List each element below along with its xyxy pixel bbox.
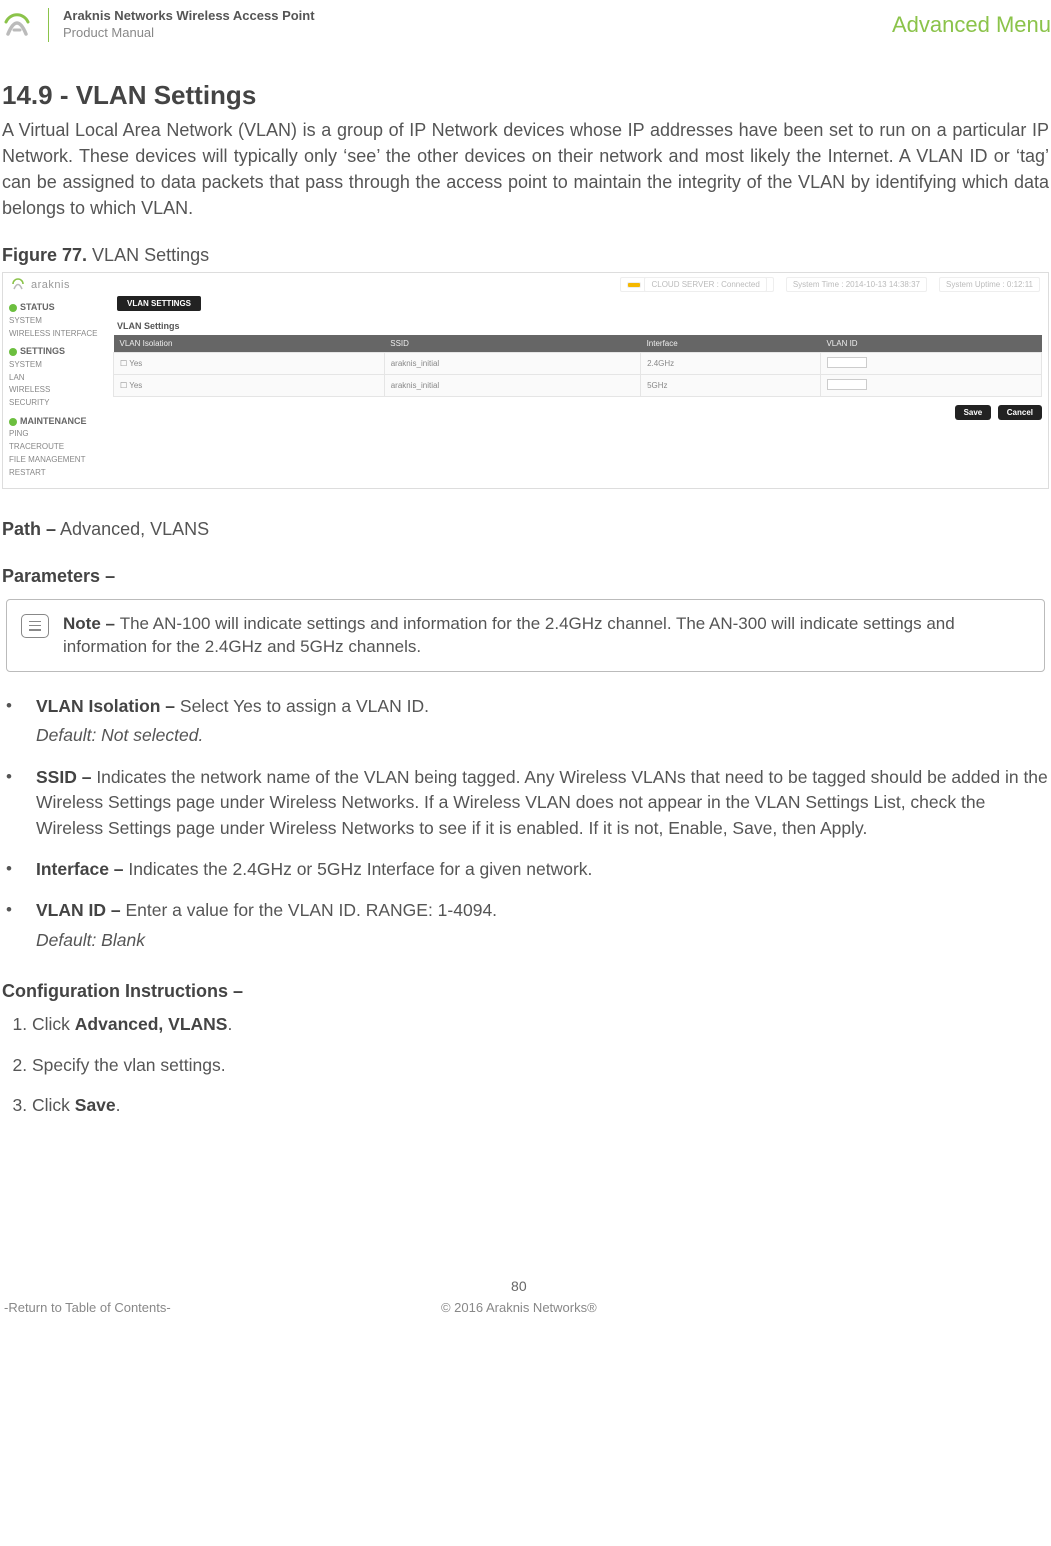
parameters-heading: Parameters – [2, 566, 1049, 587]
system-uptime: System Uptime : 0:12:11 [939, 277, 1040, 292]
parameters-list: VLAN Isolation – Select Yes to assign a … [2, 694, 1049, 953]
th-vlanid: VLAN ID [820, 335, 1041, 353]
screenshot-main: VLAN SETTINGS VLAN Settings VLAN Isolati… [113, 296, 1048, 487]
config-steps: Click Advanced, VLANS. Specify the vlan … [2, 1012, 1049, 1118]
page-header: Araknis Networks Wireless Access Point P… [0, 0, 1051, 50]
side-item: FILE MANAGEMENT [9, 454, 107, 467]
side-item: WIRELESS [9, 384, 107, 397]
config-step: Specify the vlan settings. [32, 1053, 1049, 1078]
vlan-subhead: VLAN Settings [117, 321, 1042, 331]
vlan-settings-screenshot: araknis CLOUD SERVER : Connected System … [2, 272, 1049, 488]
screenshot-sidebar: STATUS SYSTEM WIRELESS INTERFACE SETTING… [3, 296, 113, 487]
path-value: Advanced, VLANS [60, 519, 209, 539]
param-ssid: SSID – Indicates the network name of the… [2, 765, 1049, 841]
page-footer: -Return to Table of Contents- 80 © 2016 … [0, 1278, 1051, 1315]
section-intro: A Virtual Local Area Network (VLAN) is a… [2, 117, 1049, 221]
path-label: Path – [2, 519, 56, 539]
header-left: Araknis Networks Wireless Access Point P… [0, 8, 315, 42]
vlan-id-input [827, 357, 867, 368]
table-row: ☐ Yes araknis_initial 2.4GHz [114, 353, 1042, 375]
side-item: RESTART [9, 467, 107, 480]
side-maint-head: MAINTENANCE [20, 416, 87, 426]
note-label: Note – [63, 614, 120, 633]
screenshot-status-group: CLOUD SERVER : Connected System Time : 2… [620, 277, 1040, 292]
footer-center: 80 © 2016 Araknis Networks® [171, 1278, 867, 1315]
cancel-button-mini: Cancel [998, 405, 1042, 420]
return-toc-link[interactable]: -Return to Table of Contents- [4, 1300, 171, 1315]
table-row: ☐ Yes araknis_initial 5GHz [114, 375, 1042, 397]
advanced-menu-label: Advanced Menu [892, 12, 1051, 38]
figure-number: Figure 77. [2, 245, 87, 265]
figure-label: Figure 77. VLAN Settings [2, 245, 1049, 266]
note-body: The AN-100 will indicate settings and in… [63, 614, 955, 657]
screenshot-brand: araknis [11, 278, 70, 292]
note-icon [21, 614, 49, 638]
config-heading: Configuration Instructions – [2, 981, 1049, 1002]
side-item: SECURITY [9, 397, 107, 410]
side-item: SYSTEM [9, 359, 107, 372]
side-settings-head: SETTINGS [20, 346, 65, 356]
header-divider [48, 8, 49, 42]
header-titles: Araknis Networks Wireless Access Point P… [63, 8, 315, 42]
config-step: Click Save. [32, 1093, 1049, 1118]
brand-logo-icon [0, 8, 34, 42]
screenshot-brand-text: araknis [31, 279, 70, 291]
side-item: TRACEROUTE [9, 441, 107, 454]
th-ssid: SSID [384, 335, 640, 353]
note-text: Note – The AN-100 will indicate settings… [63, 612, 1030, 660]
product-subtitle: Product Manual [63, 25, 315, 42]
figure-caption: VLAN Settings [92, 245, 209, 265]
product-title: Araknis Networks Wireless Access Point [63, 8, 315, 25]
vlan-tab: VLAN SETTINGS [117, 296, 201, 311]
vlan-id-input [827, 379, 867, 390]
path-line: Path – Advanced, VLANS [2, 519, 1049, 540]
save-button-mini: Save [955, 405, 992, 420]
screenshot-buttons: Save Cancel [113, 405, 1042, 420]
copyright: © 2016 Araknis Networks® [171, 1300, 867, 1315]
param-vlan-isolation: VLAN Isolation – Select Yes to assign a … [2, 694, 1049, 749]
th-iface: Interface [641, 335, 821, 353]
note-box: Note – The AN-100 will indicate settings… [6, 599, 1045, 673]
side-item: LAN [9, 372, 107, 385]
side-item: SYSTEM [9, 315, 107, 328]
page-number: 80 [171, 1278, 867, 1294]
param-vlan-id: VLAN ID – Enter a value for the VLAN ID.… [2, 898, 1049, 953]
side-status-head: STATUS [20, 302, 55, 312]
cloud-status: CLOUD SERVER : Connected [620, 277, 773, 292]
param-interface: Interface – Indicates the 2.4GHz or 5GHz… [2, 857, 1049, 882]
vlan-table: VLAN Isolation SSID Interface VLAN ID ☐ … [113, 335, 1042, 397]
section-title: 14.9 - VLAN Settings [2, 80, 1049, 111]
side-item: PING [9, 428, 107, 441]
th-iso: VLAN Isolation [114, 335, 385, 353]
system-time: System Time : 2014-10-13 14:38:37 [786, 277, 927, 292]
content-body: 14.9 - VLAN Settings A Virtual Local Are… [0, 80, 1051, 1118]
screenshot-topbar: araknis CLOUD SERVER : Connected System … [3, 273, 1048, 296]
side-item: WIRELESS INTERFACE [9, 328, 107, 341]
config-step: Click Advanced, VLANS. [32, 1012, 1049, 1037]
